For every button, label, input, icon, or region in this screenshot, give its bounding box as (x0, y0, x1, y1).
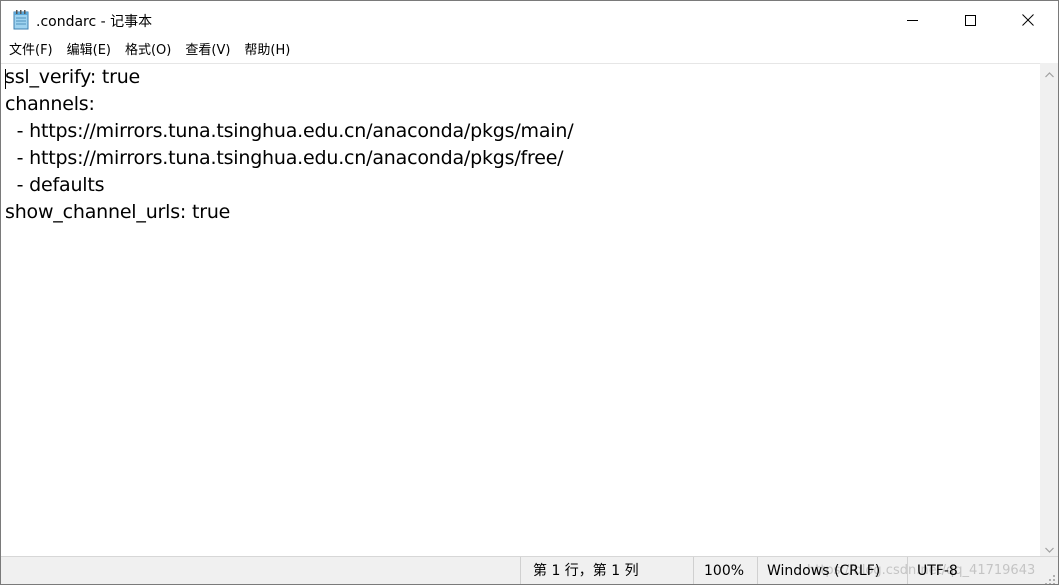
title-bar[interactable]: .condarc - 记事本 (1, 1, 1058, 39)
scroll-down-button[interactable] (1040, 538, 1058, 556)
zoom-level: 100% (693, 557, 756, 584)
editor-line[interactable]: - https://mirrors.tuna.tsinghua.edu.cn/a… (5, 145, 564, 172)
menu-format[interactable]: 格式(O) (118, 40, 178, 62)
close-icon (1022, 11, 1034, 30)
notepad-icon[interactable] (13, 10, 29, 30)
minimize-button[interactable] (883, 1, 941, 39)
chevron-up-icon (1044, 63, 1054, 82)
cursor-position: 第 1 行，第 1 列 (520, 557, 693, 584)
menu-bar: 文件(F) 编辑(E) 格式(O) 查看(V) 帮助(H) (1, 39, 1058, 63)
encoding: UTF-8 (907, 557, 1037, 584)
editor-line[interactable]: ssl_verify: true (5, 64, 140, 91)
minimize-icon (906, 11, 918, 30)
menu-edit[interactable]: 编辑(E) (60, 40, 118, 62)
menu-view[interactable]: 查看(V) (178, 40, 237, 62)
editor-line[interactable]: - https://mirrors.tuna.tsinghua.edu.cn/a… (5, 118, 574, 145)
status-bar: https://blog.csdn.net/qq_41719643 第 1 行，… (1, 556, 1058, 584)
vertical-scrollbar[interactable] (1040, 63, 1058, 556)
maximize-icon (964, 11, 976, 30)
editor-line[interactable]: channels: (5, 91, 95, 118)
resize-grip-icon[interactable] (1044, 571, 1056, 584)
close-button[interactable] (999, 1, 1057, 39)
line-ending: Windows (CRLF) (757, 557, 905, 584)
chevron-down-icon (1044, 538, 1054, 557)
notepad-window: .condarc - 记事本 文件(F) 编辑(E) 格式(O) 查看(V) 帮… (0, 0, 1059, 585)
menu-file[interactable]: 文件(F) (1, 40, 60, 62)
maximize-button[interactable] (941, 1, 999, 39)
menu-help[interactable]: 帮助(H) (237, 40, 297, 62)
window-title: .condarc - 记事本 (36, 14, 153, 30)
scroll-up-button[interactable] (1040, 63, 1058, 81)
editor-line[interactable]: show_channel_urls: true (5, 199, 230, 226)
editor-line[interactable]: - defaults (5, 172, 105, 199)
text-editor[interactable]: ssl_verify: true channels: - https://mir… (1, 63, 1040, 557)
